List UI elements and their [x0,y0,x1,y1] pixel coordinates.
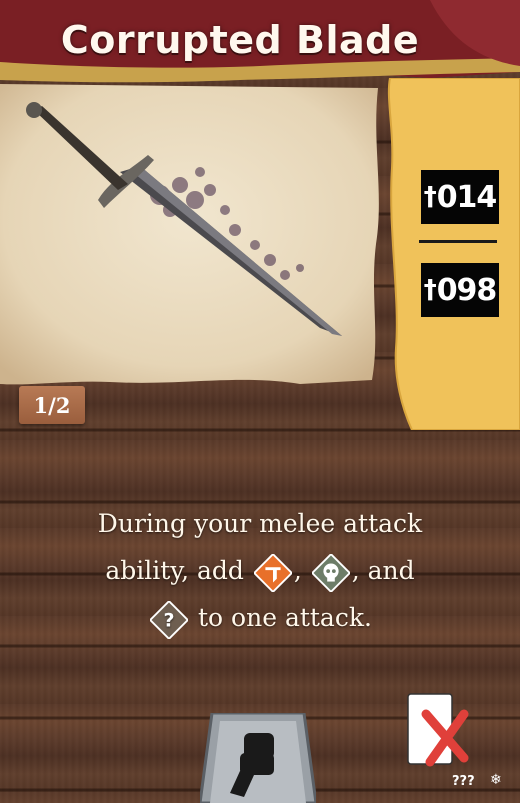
stat-value-top: 014 [436,179,498,215]
ability-line-2: ability, add , , and [40,547,480,594]
mystery-question-icon: ? [150,600,189,639]
stat-divider [419,240,497,243]
ability-line-1: During your melee attack [97,509,423,538]
ability-line-3: ? to one attack. [40,594,480,641]
snowflake-icon: ❄ [490,772,502,788]
ability-text: During your melee attack ability, add , … [40,500,480,641]
question-glyph: ? [164,609,175,631]
dagger-icon: † [423,182,437,212]
stat-value-bottom: 098 [436,272,498,308]
card-code: ??? [452,774,475,789]
lost-card-icon[interactable] [404,692,476,770]
fist-icon[interactable] [200,713,316,803]
card-title: Corrupted Blade [60,18,420,62]
dagger-icon: † [423,275,437,305]
corrupted-blade-art [26,102,342,336]
page-indicator[interactable]: 1/2 [19,386,85,424]
poison-skull-icon [311,553,350,592]
yellow-side-panel [387,78,520,430]
stat-box-top: † 014 [421,170,499,224]
bleed-icon [253,553,292,592]
stat-box-bottom: † 098 [421,263,499,317]
